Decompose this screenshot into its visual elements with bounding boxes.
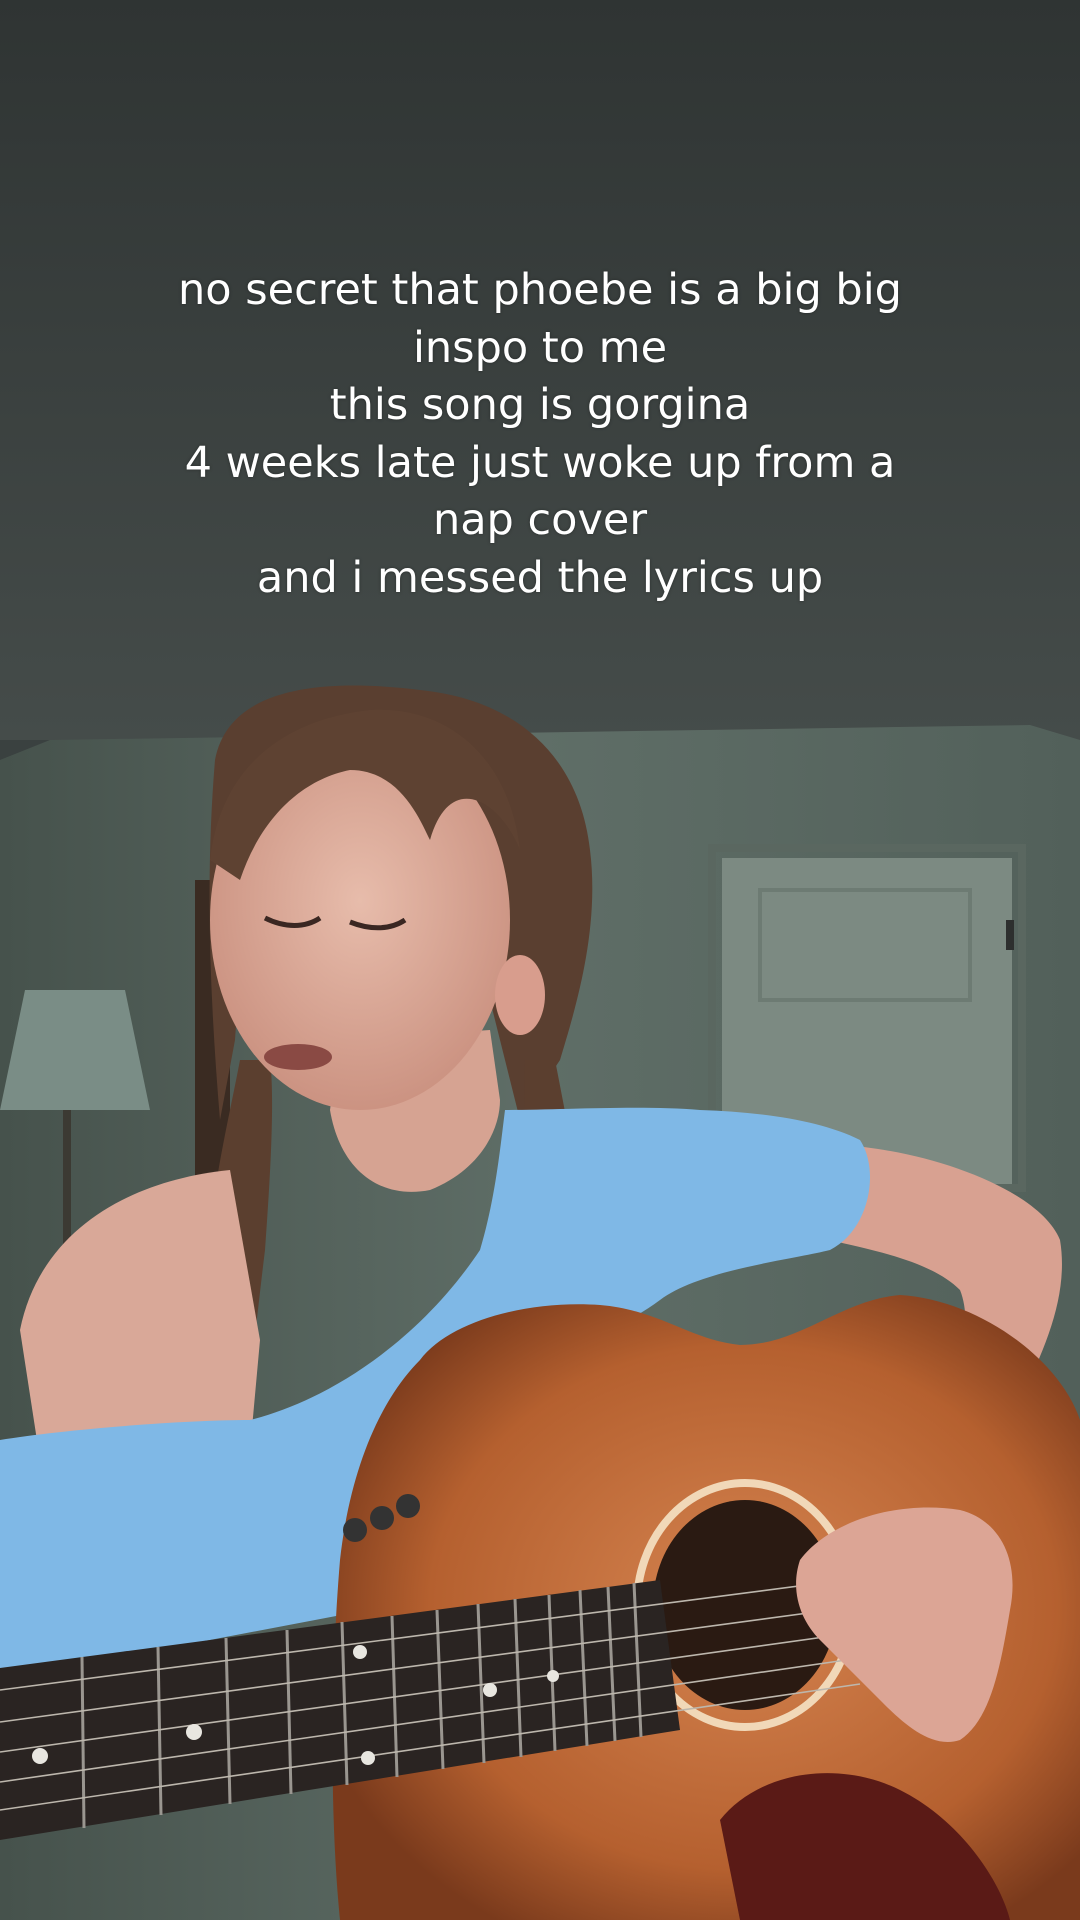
ear xyxy=(495,955,545,1035)
caption-line: inspo to me xyxy=(412,322,668,373)
control-knob xyxy=(396,1494,420,1518)
caption-line: this song is gorgina xyxy=(329,380,751,430)
door-hinge xyxy=(1006,920,1014,950)
lamp-shade xyxy=(0,990,150,1110)
caption-line: 4 weeks late just woke up from a xyxy=(184,437,896,488)
caption-line: no secret that phoebe is a big big xyxy=(178,265,902,315)
caption-line: and i messed the lyrics up xyxy=(256,552,824,603)
caption-line: nap cover xyxy=(432,495,648,545)
control-knob xyxy=(370,1506,394,1530)
video-caption: no secret that phoebe is a big big inspo… xyxy=(140,262,940,607)
control-knob xyxy=(343,1518,367,1542)
mouth xyxy=(264,1044,332,1070)
